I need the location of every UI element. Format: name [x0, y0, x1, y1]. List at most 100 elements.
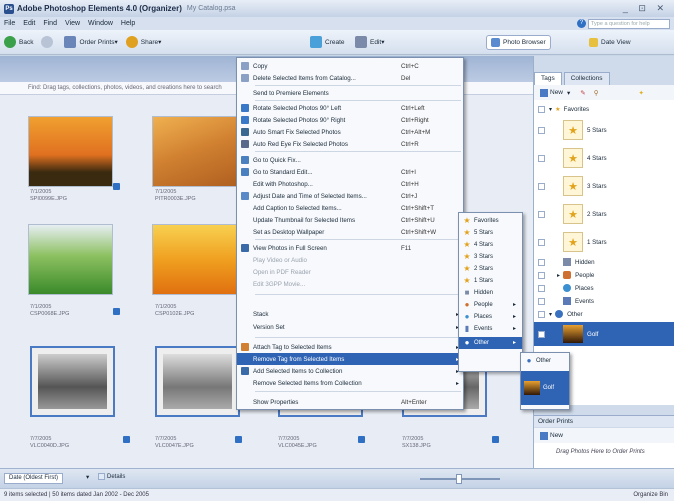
tag-people[interactable]: ▸ People [534, 271, 674, 279]
order-drop-zone[interactable]: Drag Photos Here to Order Prints [534, 443, 674, 468]
tag-4-stars[interactable]: ★ 4 Stars [534, 148, 674, 168]
menu-item-remove-tag[interactable]: Remove Tag from Selected Items▸ [237, 353, 465, 365]
tag-checkbox[interactable] [538, 210, 545, 218]
photo-thumbnail[interactable] [30, 346, 115, 417]
photo-thumbnail[interactable] [152, 224, 237, 295]
tag-other[interactable]: ▾ Other [534, 310, 674, 318]
tag-golf[interactable]: Golf [534, 322, 674, 346]
chevron-down-icon[interactable]: ▾ [86, 473, 89, 481]
submenu-item-1-stars[interactable]: ★ 1 Stars [459, 275, 522, 287]
tag-checkbox[interactable] [538, 258, 545, 266]
menu-find[interactable]: Find [43, 20, 57, 27]
menu-item-auto-smart-fix[interactable]: Auto Smart Fix Selected Photos Ctrl+Alt+M [237, 126, 465, 138]
submenu-item-events[interactable]: ▮ Events ▸ [459, 323, 522, 335]
order-prints-button[interactable]: Order Prints ▾ [64, 36, 118, 48]
submenu-item-other[interactable]: ● Other [521, 355, 569, 367]
help-search-input[interactable]: Type a question for help [588, 19, 670, 29]
back-button[interactable]: Back [4, 36, 33, 48]
new-tag-button[interactable]: New [550, 89, 563, 96]
photo-thumbnail[interactable] [152, 116, 237, 187]
menu-file[interactable]: File [4, 20, 15, 27]
tag-checkbox[interactable] [538, 310, 545, 318]
submenu-item-2-stars[interactable]: ★ 2 Stars [459, 263, 522, 275]
menu-item-remove-collection[interactable]: Remove Selected Items from Collection ▸ [237, 377, 465, 389]
tag-2-stars[interactable]: ★ 2 Stars [534, 204, 674, 224]
menu-edit[interactable]: Edit [23, 20, 35, 27]
tag-checkbox[interactable] [538, 238, 545, 246]
date-view-button[interactable]: Date View [585, 36, 635, 49]
tag-events[interactable]: Events [534, 297, 674, 305]
tag-checkbox[interactable] [538, 106, 545, 113]
submenu-item-people[interactable]: ● People ▸ [459, 299, 522, 311]
tag-checkbox[interactable] [538, 126, 545, 134]
photo-thumbnail[interactable] [28, 116, 113, 187]
share-button[interactable]: Share ▾ [125, 36, 161, 48]
menu-item-full-screen[interactable]: View Photos in Full Screen F11 [237, 242, 465, 254]
tag-places[interactable]: Places [534, 284, 674, 292]
submenu-item-5-stars[interactable]: ★ 5 Stars [459, 227, 522, 239]
tag-favorites[interactable]: ▾ ★ Favorites [534, 106, 674, 113]
details-toggle[interactable]: Details [98, 473, 125, 480]
menu-item-standard-edit[interactable]: Go to Standard Edit... Ctrl+I [237, 166, 465, 178]
menu-item-version-set[interactable]: Version Set▸ [237, 321, 465, 333]
find-tag-icon[interactable]: ⚲ [594, 89, 599, 97]
edit-tag-icon[interactable]: ✎ [580, 89, 585, 97]
edit-button[interactable]: Edit ▾ [355, 36, 384, 48]
menu-item-edit-photoshop[interactable]: Edit with Photoshop... Ctrl+H [237, 178, 465, 190]
submenu-item-hidden[interactable]: ■ Hidden [459, 287, 522, 299]
tag-1-stars[interactable]: ★ 1 Stars [534, 232, 674, 252]
menu-view[interactable]: View [65, 20, 80, 27]
tag-3-stars[interactable]: ★ 3 Stars [534, 176, 674, 196]
new-order-button[interactable]: New [550, 432, 563, 439]
tag-checkbox[interactable] [538, 330, 545, 338]
expand-icon[interactable]: ▾ [549, 106, 552, 113]
menu-window[interactable]: Window [88, 20, 113, 27]
chevron-down-icon[interactable]: ▾ [567, 89, 570, 97]
tag-checkbox[interactable] [538, 297, 545, 305]
help-icon[interactable]: ? [577, 19, 586, 28]
submenu-item-3-stars[interactable]: ★ 3 Stars [459, 251, 522, 263]
menu-item-delete[interactable]: Delete Selected Items from Catalog... Del [237, 72, 465, 84]
menu-item-rotate-right[interactable]: Rotate Selected Photos 90° Right Ctrl+Rig… [237, 114, 465, 126]
forward-button[interactable] [41, 36, 56, 48]
organize-bin-toggle[interactable]: Organize Bin [633, 492, 668, 498]
menu-item-add-collection[interactable]: Add Selected Items to Collection▸ [237, 365, 465, 377]
photo-thumbnail[interactable] [155, 346, 240, 417]
submenu-item-4-stars[interactable]: ★ 4 Stars [459, 239, 522, 251]
menu-item-wallpaper[interactable]: Set as Desktop Wallpaper Ctrl+Shift+W [237, 226, 465, 238]
order-prints-header[interactable]: Order Prints [534, 415, 674, 427]
lightbulb-icon[interactable]: ✦ [639, 89, 644, 97]
menu-item-add-caption[interactable]: Add Caption to Selected Items... Ctrl+Shi… [237, 202, 465, 214]
menu-item-quick-fix[interactable]: Go to Quick Fix... [237, 154, 465, 166]
submenu-item-places[interactable]: ● Places ▸ [459, 311, 522, 323]
zoom-slider-handle[interactable] [456, 474, 462, 484]
menu-item-stack[interactable]: Stack▸ [237, 308, 465, 320]
photo-thumbnail[interactable] [28, 224, 113, 295]
menu-item-show-properties[interactable]: Show Properties Alt+Enter [237, 396, 465, 408]
tab-collections[interactable]: Collections [563, 72, 610, 85]
tag-5-stars[interactable]: ★ 5 Stars [534, 120, 674, 140]
menu-item-rotate-left[interactable]: Rotate Selected Photos 90° Left Ctrl+Left [237, 102, 465, 114]
expand-icon[interactable]: ▾ [549, 311, 552, 318]
expand-icon[interactable]: ▸ [557, 272, 560, 279]
menu-item-update-thumbnail[interactable]: Update Thumbnail for Selected Items Ctrl+… [237, 214, 465, 226]
menu-item-attach-tag[interactable]: Attach Tag to Selected Items▸ [237, 341, 465, 353]
menu-item-copy[interactable]: Copy Ctrl+C [237, 60, 465, 72]
menu-item-adjust-date[interactable]: Adjust Date and Time of Selected Items..… [237, 190, 465, 202]
tag-checkbox[interactable] [538, 271, 545, 279]
menu-help[interactable]: Help [121, 20, 135, 27]
sort-dropdown[interactable]: Date (Oldest First) [4, 473, 64, 484]
tag-checkbox[interactable] [538, 154, 545, 162]
tab-tags[interactable]: Tags [534, 72, 562, 85]
create-button[interactable]: Create [310, 36, 345, 48]
submenu-item-favorites[interactable]: ★ Favorites [459, 215, 522, 227]
menu-item-red-eye-fix[interactable]: Auto Red Eye Fix Selected Photos Ctrl+R [237, 138, 465, 150]
submenu-item-other[interactable]: ● Other ▸ [459, 337, 522, 349]
tag-checkbox[interactable] [538, 182, 545, 190]
menu-item-send-premiere[interactable]: Send to Premiere Elements [237, 87, 465, 99]
tag-checkbox[interactable] [538, 284, 545, 292]
details-checkbox[interactable] [98, 473, 105, 480]
tag-hidden[interactable]: Hidden [534, 258, 674, 266]
photo-browser-button[interactable]: Photo Browser [486, 34, 551, 50]
window-controls[interactable]: _ ⊡ ✕ [623, 3, 668, 14]
